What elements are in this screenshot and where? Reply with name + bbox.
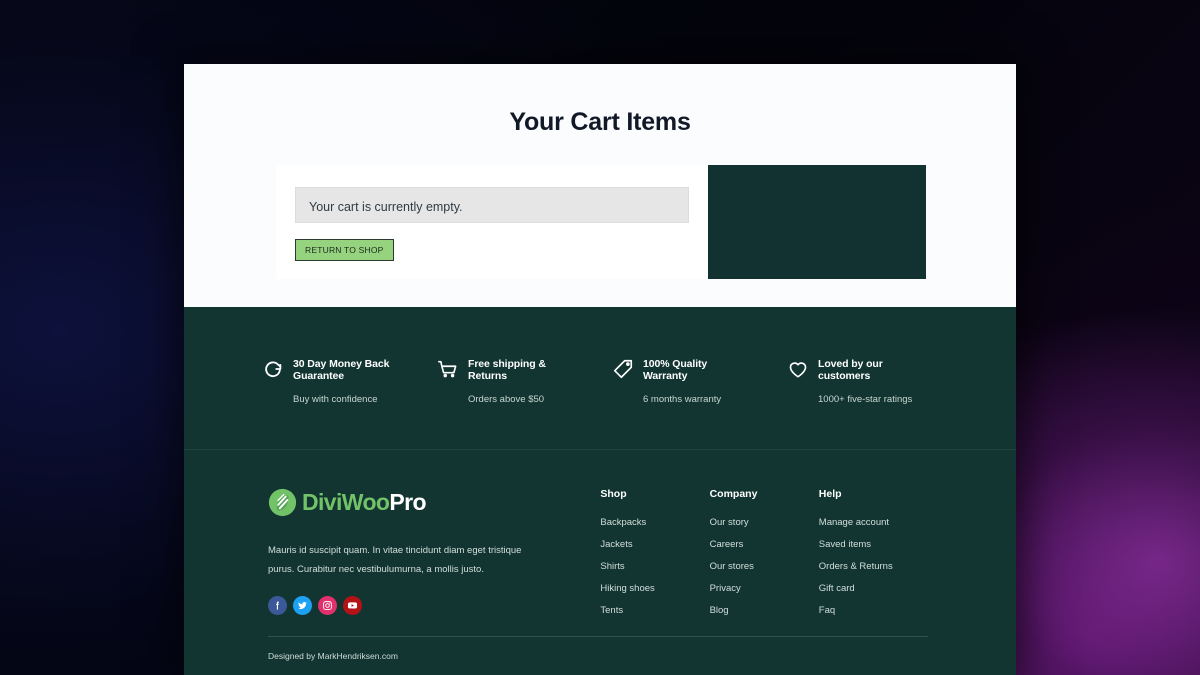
- footer-link[interactable]: Our stores: [710, 561, 819, 572]
- footer-logo[interactable]: DiviWooPro: [268, 488, 600, 517]
- feature-head: 100% Quality Warranty: [612, 358, 787, 383]
- feature-head: 30 Day Money Back Guarantee: [262, 358, 437, 383]
- footer-bottom: Designed by MarkHendriksen.com: [268, 636, 928, 661]
- cart-body: Your cart is currently empty. RETURN TO …: [276, 165, 926, 279]
- feature-title: Free shipping & Returns: [468, 358, 546, 383]
- logo-word-secondary: Pro: [389, 489, 426, 515]
- footer-credit: Designed by MarkHendriksen.com: [268, 651, 398, 661]
- footer-link[interactable]: Hiking shoes: [600, 583, 709, 594]
- footer-column-title: Company: [709, 488, 758, 500]
- features-band: 30 Day Money Back Guarantee Buy with con…: [184, 307, 1016, 449]
- footer-link[interactable]: Faq: [819, 605, 928, 616]
- footer-link[interactable]: Jackets: [600, 539, 709, 550]
- site-footer: DiviWooPro Mauris id suscipit quam. In v…: [184, 449, 1016, 675]
- feature-title: 30 Day Money Back Guarantee: [293, 358, 390, 383]
- footer-link[interactable]: Privacy: [710, 583, 819, 594]
- browser-page-panel: Your Cart Items Your cart is currently e…: [184, 64, 1016, 675]
- feature-head: Free shipping & Returns: [437, 358, 612, 383]
- heart-icon: [787, 358, 809, 380]
- footer-column-company: Company Our story Careers Our stores Pri…: [710, 488, 819, 627]
- price-tag-icon: [612, 358, 634, 380]
- youtube-icon[interactable]: [343, 596, 362, 616]
- footer-column-help: Help Manage account Saved items Orders &…: [819, 488, 928, 627]
- feature-subtitle: Orders above $50: [468, 393, 545, 405]
- feature-item-free-shipping: Free shipping & Returns Orders above $50: [437, 358, 612, 405]
- feature-subtitle: 1000+ five-star ratings: [818, 393, 913, 405]
- feature-item-loved-by-customers: Loved by our customers 1000+ five-star r…: [787, 358, 962, 405]
- feature-item-money-back: 30 Day Money Back Guarantee Buy with con…: [262, 358, 437, 405]
- footer-inner: DiviWooPro Mauris id suscipit quam. In v…: [268, 488, 928, 627]
- footer-logo-text: DiviWooPro: [302, 489, 427, 516]
- cart-left-column: Your cart is currently empty. RETURN TO …: [276, 165, 708, 279]
- footer-link[interactable]: Manage account: [819, 517, 928, 528]
- feature-title: 100% Quality Warranty: [643, 358, 708, 383]
- feature-subtitle: Buy with confidence: [293, 393, 378, 405]
- facebook-icon[interactable]: [268, 596, 287, 616]
- cart-side-panel: [708, 165, 926, 279]
- logo-word-primary: DiviWoo: [302, 489, 390, 515]
- footer-column-shop: Shop Backpacks Jackets Shirts Hiking sho…: [600, 488, 709, 627]
- footer-brand-column: DiviWooPro Mauris id suscipit quam. In v…: [268, 488, 600, 627]
- footer-column-title: Shop: [600, 488, 627, 500]
- footer-link[interactable]: Saved items: [819, 539, 928, 550]
- feature-title: Loved by our customers: [818, 358, 883, 383]
- footer-description: Mauris id suscipit quam. In vitae tincid…: [268, 545, 522, 575]
- footer-link[interactable]: Orders & Returns: [819, 561, 928, 572]
- social-row: [268, 596, 600, 616]
- footer-link[interactable]: Careers: [710, 539, 819, 550]
- leaf-circle-icon: [268, 488, 297, 517]
- shopping-cart-icon: [437, 358, 459, 380]
- feature-item-quality-warranty: 100% Quality Warranty 6 months warranty: [612, 358, 787, 405]
- footer-link[interactable]: Blog: [710, 605, 819, 616]
- refresh-icon: [262, 358, 284, 380]
- instagram-icon[interactable]: [318, 596, 337, 616]
- footer-link[interactable]: Shirts: [600, 561, 709, 572]
- empty-cart-notice: Your cart is currently empty.: [295, 187, 689, 223]
- return-to-shop-button[interactable]: RETURN TO SHOP: [295, 239, 394, 261]
- cart-section: Your Cart Items Your cart is currently e…: [184, 64, 1016, 307]
- footer-link[interactable]: Our story: [710, 517, 819, 528]
- footer-link[interactable]: Backpacks: [600, 517, 709, 528]
- footer-column-title: Help: [818, 488, 842, 500]
- page-title: Your Cart Items: [509, 108, 691, 136]
- twitter-icon[interactable]: [293, 596, 312, 616]
- feature-head: Loved by our customers: [787, 358, 962, 383]
- feature-subtitle: 6 months warranty: [643, 393, 722, 405]
- footer-link[interactable]: Tents: [600, 605, 709, 616]
- footer-link[interactable]: Gift card: [819, 583, 928, 594]
- features-row: 30 Day Money Back Guarantee Buy with con…: [262, 358, 962, 405]
